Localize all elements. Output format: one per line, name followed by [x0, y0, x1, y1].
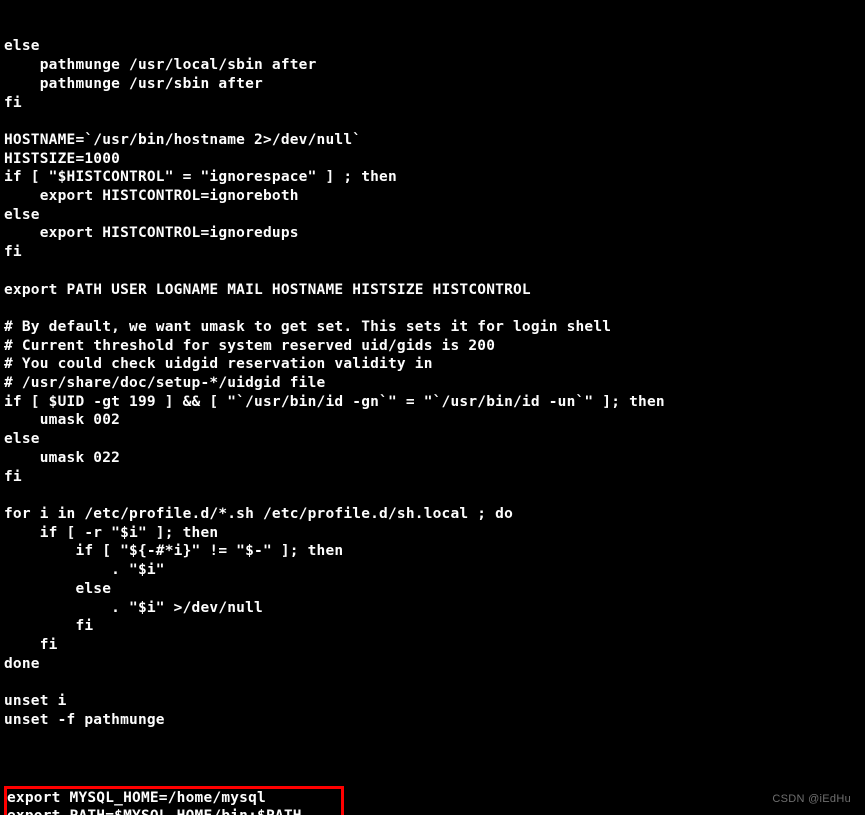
- terminal-line: umask 022: [4, 449, 861, 468]
- terminal-line: export PATH USER LOGNAME MAIL HOSTNAME H…: [4, 281, 861, 300]
- terminal-line: . "$i" >/dev/null: [4, 599, 861, 618]
- terminal-line: # By default, we want umask to get set. …: [4, 318, 861, 337]
- terminal-line: if [ "${-#*i}" != "$-" ]; then: [4, 542, 861, 561]
- highlighted-export-block: export MYSQL_HOME=/home/mysqlexport PATH…: [4, 786, 344, 815]
- terminal-line: unset i: [4, 692, 861, 711]
- terminal-line: if [ "$HISTCONTROL" = "ignorespace" ] ; …: [4, 168, 861, 187]
- terminal-line: # You could check uidgid reservation val…: [4, 355, 861, 374]
- terminal-line: [4, 486, 861, 505]
- terminal-line: else: [4, 206, 861, 225]
- terminal-line: export PATH=$MYSQL_HOME/bin:$PATH: [7, 807, 341, 815]
- terminal-line: if [ $UID -gt 199 ] && [ "`/usr/bin/id -…: [4, 393, 861, 412]
- terminal-line: umask 002: [4, 411, 861, 430]
- terminal-line: done: [4, 655, 861, 674]
- terminal-line: HISTSIZE=1000: [4, 150, 861, 169]
- terminal-line: fi: [4, 468, 861, 487]
- terminal-line: [4, 299, 861, 318]
- terminal-line: pathmunge /usr/sbin after: [4, 75, 861, 94]
- terminal-line: else: [4, 580, 861, 599]
- terminal-line: [4, 729, 861, 748]
- terminal-line: [4, 262, 861, 281]
- terminal-line: fi: [4, 243, 861, 262]
- file-content-block: else pathmunge /usr/local/sbin after pat…: [4, 37, 861, 748]
- terminal-output: else pathmunge /usr/local/sbin after pat…: [0, 0, 865, 815]
- terminal-line: else: [4, 37, 861, 56]
- terminal-line: # /usr/share/doc/setup-*/uidgid file: [4, 374, 861, 393]
- watermark-text: CSDN @iEdHu: [772, 793, 851, 805]
- terminal-line: else: [4, 430, 861, 449]
- terminal-line: fi: [4, 94, 861, 113]
- terminal-line: export MYSQL_HOME=/home/mysql: [7, 789, 341, 808]
- terminal-line: export HISTCONTROL=ignoreboth: [4, 187, 861, 206]
- terminal-line: fi: [4, 617, 861, 636]
- terminal-line: export HISTCONTROL=ignoredups: [4, 224, 861, 243]
- terminal-line: for i in /etc/profile.d/*.sh /etc/profil…: [4, 505, 861, 524]
- terminal-line: [4, 112, 861, 131]
- terminal-line: if [ -r "$i" ]; then: [4, 524, 861, 543]
- terminal-line: pathmunge /usr/local/sbin after: [4, 56, 861, 75]
- terminal-line: HOSTNAME=`/usr/bin/hostname 2>/dev/null`: [4, 131, 861, 150]
- terminal-line: fi: [4, 636, 861, 655]
- terminal-line: unset -f pathmunge: [4, 711, 861, 730]
- terminal-line: [4, 673, 861, 692]
- terminal-line: # Current threshold for system reserved …: [4, 337, 861, 356]
- terminal-line: . "$i": [4, 561, 861, 580]
